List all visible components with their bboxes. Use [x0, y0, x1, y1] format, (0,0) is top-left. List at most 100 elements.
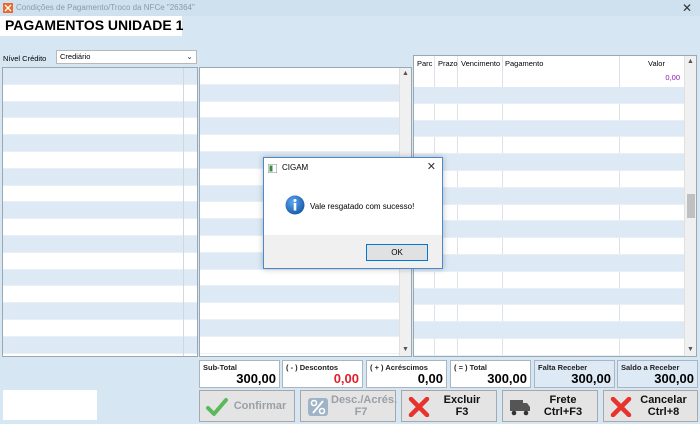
subtotal-label: Sub-Total: [203, 363, 238, 372]
table-row[interactable]: [3, 219, 197, 236]
table-row[interactable]: [3, 118, 197, 136]
info-icon: [285, 195, 305, 215]
table-row[interactable]: [3, 253, 197, 270]
table-row[interactable]: [3, 135, 197, 152]
table-row[interactable]: [414, 339, 685, 356]
subtotal-box: Sub-Total 300,00: [199, 360, 280, 388]
window-close-button[interactable]: ✕: [674, 0, 700, 16]
message-dialog: CIGAM ✕ Vale resgatado com sucesso! OK: [263, 157, 443, 269]
saldo-receber-value: 300,00: [654, 371, 694, 386]
window-title: Condições de Pagamento/Troco da NFCe "26…: [16, 3, 195, 12]
descontos-box: ( - ) Descontos 0,00: [282, 360, 363, 388]
confirmar-button[interactable]: Confirmar: [199, 390, 295, 422]
table-row[interactable]: [414, 254, 685, 272]
frete-label: Frete Ctrl+F3: [533, 394, 593, 418]
table-row[interactable]: [414, 120, 685, 138]
acrescimos-box: ( + ) Acréscimos 0,00: [366, 360, 447, 388]
table-row[interactable]: [414, 221, 685, 239]
table-row[interactable]: [3, 186, 197, 203]
table-row[interactable]: [3, 320, 197, 337]
frete-button[interactable]: Frete Ctrl+F3: [502, 390, 598, 422]
credit-types-grid[interactable]: [2, 67, 198, 357]
vertical-scrollbar[interactable]: ▲ ▼: [684, 56, 696, 356]
excluir-button[interactable]: Excluir F3: [401, 390, 497, 422]
table-row[interactable]: [200, 102, 411, 119]
ok-button[interactable]: OK: [366, 244, 428, 261]
table-row[interactable]: [414, 272, 685, 289]
table-row[interactable]: [414, 187, 685, 205]
table-row[interactable]: [3, 202, 197, 220]
scroll-up-icon[interactable]: ▲: [685, 56, 696, 68]
table-row[interactable]: [200, 118, 411, 136]
col-header-parc[interactable]: Parc: [417, 59, 432, 68]
payments-grid-header: Parc Prazo Vencimento Pagamento Valor: [414, 56, 686, 70]
table-row[interactable]: [200, 303, 411, 320]
scroll-down-icon[interactable]: ▼: [685, 344, 696, 356]
col-header-valor[interactable]: Valor: [648, 59, 665, 68]
cancel-x-icon: [610, 397, 632, 417]
percent-icon: [308, 398, 328, 416]
table-row[interactable]: [3, 101, 197, 119]
scroll-down-icon[interactable]: ▼: [400, 344, 411, 356]
table-row[interactable]: [414, 137, 685, 155]
page-title: PAGAMENTOS UNIDADE 1: [5, 17, 184, 33]
dialog-app-icon: [268, 164, 277, 173]
table-row[interactable]: [3, 85, 197, 102]
total-label: ( = ) Total: [454, 363, 487, 372]
table-row[interactable]: [414, 104, 685, 121]
dialog-close-button[interactable]: ✕: [427, 160, 436, 173]
cancelar-label: Cancelar Ctrl+8: [634, 394, 693, 418]
cancelar-button[interactable]: Cancelar Ctrl+8: [603, 390, 698, 422]
table-row[interactable]: [3, 235, 197, 253]
status-area: [3, 390, 97, 420]
desc-acres-button[interactable]: Desc./Acrés. F7: [300, 390, 398, 422]
table-row[interactable]: [200, 286, 411, 304]
excluir-line1: Excluir: [443, 394, 481, 406]
desc-acres-line1: Desc./Acrés.: [331, 394, 398, 406]
table-row[interactable]: [200, 68, 411, 85]
falta-receber-box: Falta Receber 300,00: [534, 360, 615, 388]
confirmar-label: Confirmar: [233, 400, 287, 412]
nivel-credito-select[interactable]: Crediário ⌄: [56, 50, 197, 64]
table-row[interactable]: [3, 303, 197, 320]
payments-grid[interactable]: Parc Prazo Vencimento Pagamento Valor 0,…: [413, 55, 697, 357]
col-header-prazo[interactable]: Prazo: [438, 59, 458, 68]
table-row[interactable]: [3, 152, 197, 169]
table-row[interactable]: [3, 336, 197, 354]
col-header-vencimento[interactable]: Vencimento: [461, 59, 500, 68]
excluir-label: Excluir F3: [432, 394, 492, 418]
column-divider: [183, 68, 184, 356]
dialog-title: CIGAM: [282, 163, 309, 172]
table-row[interactable]: [414, 171, 685, 188]
table-row[interactable]: [200, 84, 411, 102]
saldo-receber-box: Saldo a Receber 300,00: [617, 360, 698, 388]
nivel-credito-value: Crediário: [60, 52, 91, 61]
table-row[interactable]: [3, 286, 197, 304]
table-row[interactable]: [200, 319, 411, 337]
col-header-pagamento[interactable]: Pagamento: [505, 59, 543, 68]
table-row[interactable]: [414, 238, 685, 255]
payments-total-value: 0,00: [665, 73, 680, 82]
table-row[interactable]: [3, 168, 197, 186]
table-row[interactable]: [414, 322, 685, 339]
delete-x-icon: [408, 397, 430, 417]
table-row[interactable]: [414, 87, 685, 104]
window-titlebar: Condições de Pagamento/Troco da NFCe "26…: [0, 0, 700, 16]
table-row[interactable]: [200, 135, 411, 152]
total-value: 300,00: [487, 371, 527, 386]
scroll-up-icon[interactable]: ▲: [400, 68, 411, 80]
table-row[interactable]: [200, 337, 411, 354]
dialog-body: Vale resgatado com sucesso!: [264, 178, 442, 235]
table-row[interactable]: [414, 305, 685, 323]
table-row[interactable]: [414, 205, 685, 222]
table-row[interactable]: [414, 288, 685, 306]
table-row[interactable]: [414, 154, 685, 171]
descontos-value: 0,00: [333, 371, 359, 386]
descontos-label: ( - ) Descontos: [286, 363, 339, 372]
scrollbar-thumb[interactable]: [687, 194, 695, 218]
table-row[interactable]: [200, 270, 411, 287]
table-row[interactable]: [3, 68, 197, 85]
frete-line2: Ctrl+F3: [543, 406, 583, 418]
dialog-message: Vale resgatado com sucesso!: [310, 202, 415, 211]
table-row[interactable]: [3, 269, 197, 287]
